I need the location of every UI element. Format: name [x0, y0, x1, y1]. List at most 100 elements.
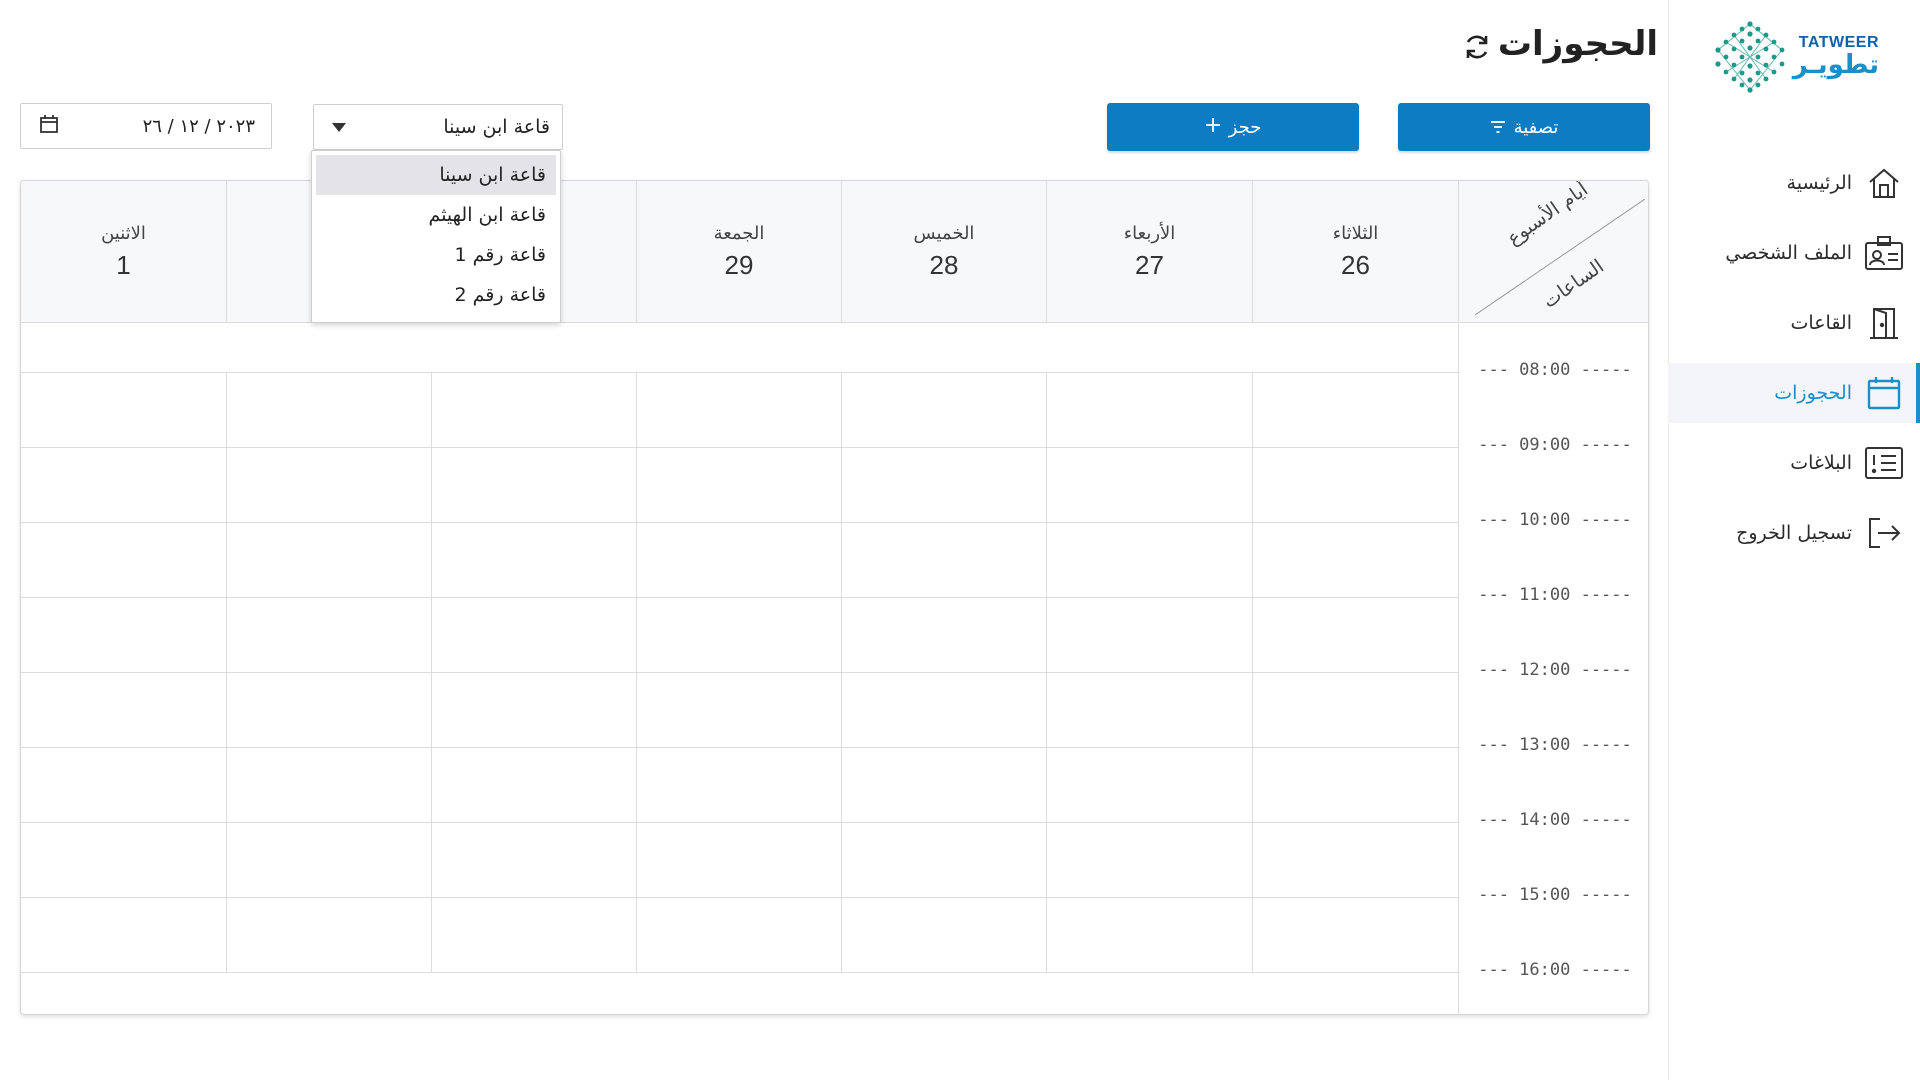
time-slot-cell[interactable] — [431, 822, 636, 897]
time-slot-cell[interactable] — [1046, 447, 1252, 522]
time-column: --- 08:00 ----- --- 09:00 ----- --- 10:00 … — [1458, 324, 1648, 1014]
time-slot-cell[interactable] — [226, 672, 431, 747]
time-slot-cell[interactable] — [1252, 372, 1458, 447]
day-column-header: الاثنين 1 — [21, 181, 226, 323]
add-booking-button[interactable]: حجز — [1107, 103, 1359, 151]
sidebar-item-label: البلاغات — [1790, 452, 1852, 474]
room-select-value: قاعة ابن سينا — [443, 116, 550, 138]
day-name: الأربعاء — [1123, 223, 1176, 244]
time-slot-cell[interactable] — [636, 672, 841, 747]
day-number: 29 — [724, 250, 754, 280]
room-select[interactable]: قاعة ابن سينا — [313, 104, 563, 150]
time-slot-cell[interactable] — [431, 897, 636, 972]
time-slot-cell[interactable] — [636, 747, 841, 822]
hour-gridline — [21, 972, 1458, 973]
room-option[interactable]: قاعة ابن الهيثم — [316, 195, 556, 235]
profile-card-icon — [1864, 233, 1904, 273]
time-slot-cell[interactable] — [1252, 672, 1458, 747]
time-label: --- 09:00 ----- — [1478, 435, 1632, 455]
time-slot-cell[interactable] — [1046, 822, 1252, 897]
time-slot-cell[interactable] — [636, 522, 841, 597]
sidebar-item-label: الرئيسية — [1786, 172, 1852, 194]
logout-icon — [1864, 513, 1904, 553]
page-title: الحجوزات — [1497, 24, 1658, 64]
sidebar-item-reports[interactable]: البلاغات — [1668, 433, 1920, 493]
sidebar-item-rooms[interactable]: القاعات — [1668, 293, 1920, 353]
calendar-small-icon[interactable] — [39, 114, 59, 139]
time-slot-cell[interactable] — [431, 747, 636, 822]
time-slot-cell[interactable] — [21, 822, 226, 897]
time-slot-cell[interactable] — [841, 822, 1046, 897]
time-slot-cell[interactable] — [841, 672, 1046, 747]
time-slot-cell[interactable] — [1252, 447, 1458, 522]
time-slot-cell[interactable] — [226, 897, 431, 972]
sidebar-item-logout[interactable]: تسجيل الخروج — [1668, 503, 1920, 563]
time-slot-cell[interactable] — [1046, 597, 1252, 672]
time-slot-cell[interactable] — [1252, 522, 1458, 597]
time-slot-cell[interactable] — [1252, 747, 1458, 822]
room-option[interactable]: قاعة رقم 1 — [316, 235, 556, 275]
time-slot-cell[interactable] — [1252, 897, 1458, 972]
time-slot-cell[interactable] — [636, 372, 841, 447]
time-slot-cell[interactable] — [431, 447, 636, 522]
sidebar-item-bookings[interactable]: الحجوزات — [1668, 363, 1920, 423]
time-slot-cell[interactable] — [431, 672, 636, 747]
time-slot-cell[interactable] — [226, 822, 431, 897]
day-name: الجمعة — [713, 223, 765, 244]
sidebar: TATWEER تطويـر الرئيسية الملف الشخصي الق… — [1668, 0, 1920, 1080]
time-slot-cell[interactable] — [636, 447, 841, 522]
sidebar-item-home[interactable]: الرئيسية — [1668, 153, 1920, 213]
time-slot-cell[interactable] — [1046, 897, 1252, 972]
time-slot-cell[interactable] — [21, 897, 226, 972]
door-icon — [1864, 303, 1904, 343]
time-slot-cell[interactable] — [226, 747, 431, 822]
day-number: 26 — [1341, 250, 1370, 280]
time-label: --- 08:00 ----- — [1478, 360, 1632, 380]
date-picker-field[interactable]: ٢٠٢٣ / ١٢ / ٢٦ — [20, 103, 272, 149]
time-slot-cell[interactable] — [1046, 747, 1252, 822]
time-slot-cell[interactable] — [226, 372, 431, 447]
time-slot-cell[interactable] — [841, 447, 1046, 522]
time-slot-cell[interactable] — [21, 747, 226, 822]
time-slot-cell[interactable] — [21, 447, 226, 522]
filter-button-label: تصفية — [1513, 116, 1559, 138]
time-slot-cell[interactable] — [21, 597, 226, 672]
time-slot-cell[interactable] — [1252, 822, 1458, 897]
time-slot-cell[interactable] — [431, 522, 636, 597]
time-slot-cell[interactable] — [636, 822, 841, 897]
time-slot-cell[interactable] — [226, 597, 431, 672]
time-slot-cell[interactable] — [21, 672, 226, 747]
time-slot-cell[interactable] — [1046, 372, 1252, 447]
room-option[interactable]: قاعة ابن سينا — [316, 155, 556, 195]
time-label: --- 13:00 ----- — [1478, 735, 1632, 755]
time-slot-cell[interactable] — [226, 447, 431, 522]
sidebar-item-label: الملف الشخصي — [1725, 242, 1852, 264]
time-slot-cell[interactable] — [431, 372, 636, 447]
time-slot-cell[interactable] — [841, 747, 1046, 822]
filter-button[interactable]: تصفية — [1398, 103, 1650, 151]
time-slot-cell[interactable] — [1046, 672, 1252, 747]
home-icon — [1864, 163, 1904, 203]
time-slot-cell[interactable] — [21, 522, 226, 597]
time-slot-cell[interactable] — [636, 597, 841, 672]
time-slot-cell[interactable] — [841, 372, 1046, 447]
time-slot-cell[interactable] — [841, 897, 1046, 972]
calendar-grid — [21, 324, 1458, 1014]
time-slot-cell[interactable] — [226, 522, 431, 597]
day-name: الاثنين — [101, 223, 146, 244]
refresh-icon[interactable] — [1462, 32, 1492, 62]
day-number: 28 — [929, 250, 959, 280]
room-option[interactable]: قاعة رقم 2 — [316, 275, 556, 315]
day-column-header: الخميس 28 — [841, 181, 1046, 323]
time-slot-cell[interactable] — [1252, 597, 1458, 672]
time-slot-cell[interactable] — [1046, 522, 1252, 597]
time-slot-cell[interactable] — [841, 522, 1046, 597]
time-slot-cell[interactable] — [21, 372, 226, 447]
time-slot-cell[interactable] — [636, 897, 841, 972]
sidebar-item-label: الحجوزات — [1774, 382, 1852, 404]
day-name: الخميس — [913, 223, 975, 244]
time-slot-cell[interactable] — [841, 597, 1046, 672]
sidebar-item-label: القاعات — [1790, 312, 1852, 334]
sidebar-item-profile[interactable]: الملف الشخصي — [1668, 223, 1920, 283]
time-slot-cell[interactable] — [431, 597, 636, 672]
